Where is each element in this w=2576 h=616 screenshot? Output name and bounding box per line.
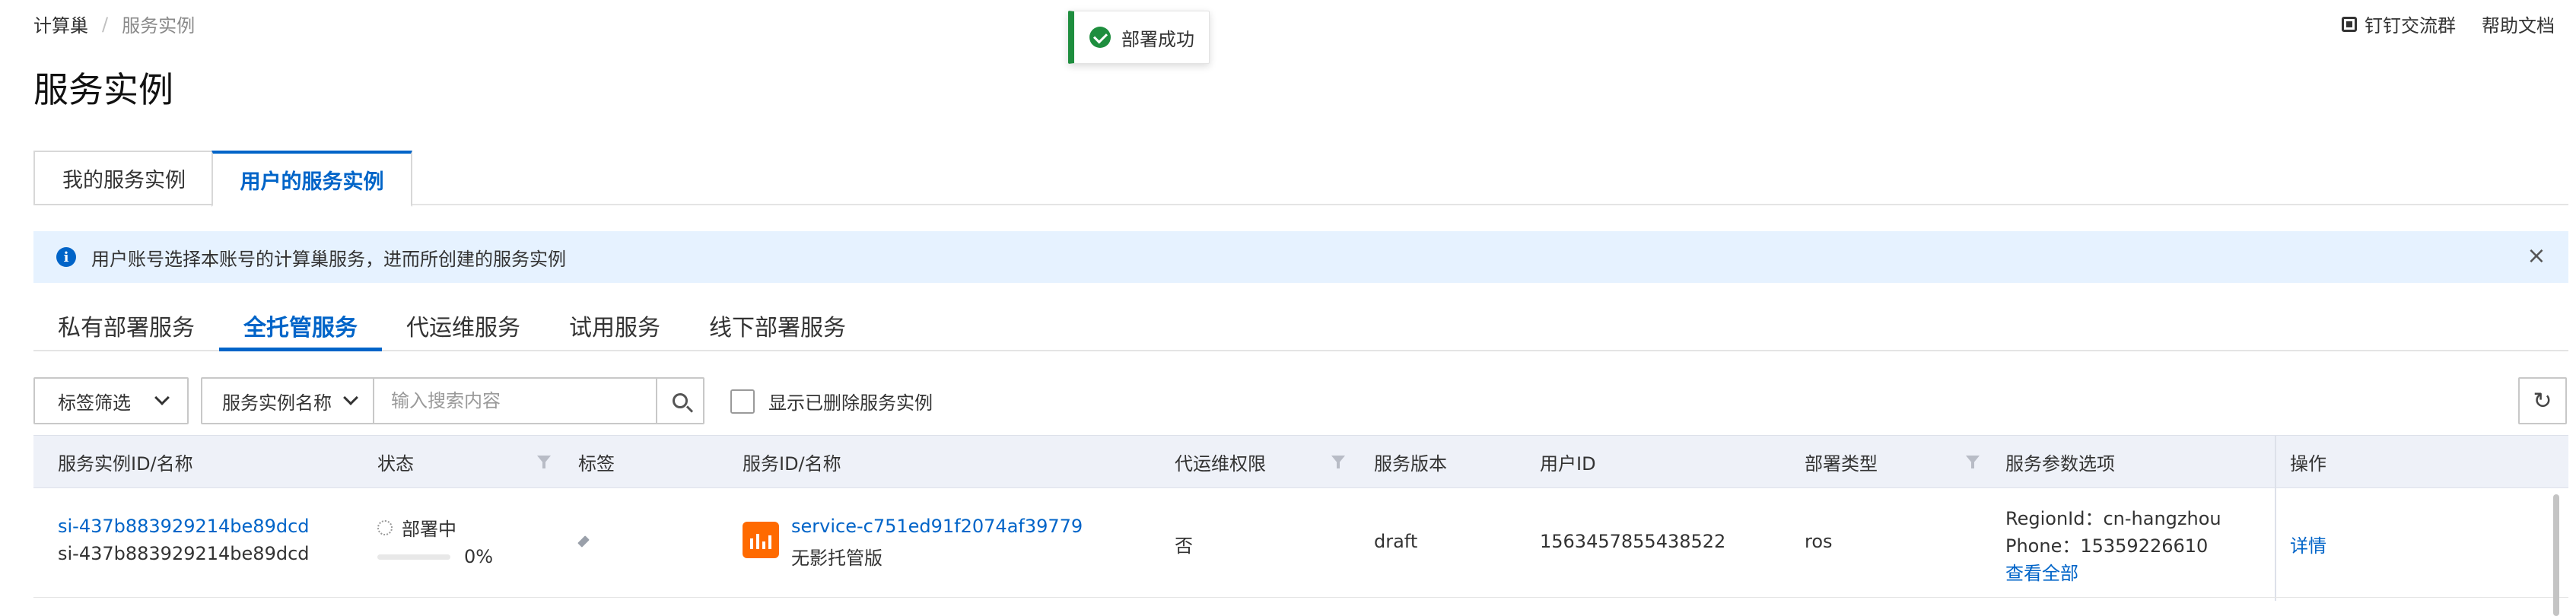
scrollbar-thumb[interactable] bbox=[2553, 494, 2559, 616]
info-banner: i 用户账号选择本账号的计算巢服务，进而所创建的服务实例 × bbox=[33, 231, 2568, 283]
help-docs-link[interactable]: 帮助文档 bbox=[2482, 11, 2555, 37]
details-link[interactable]: 详情 bbox=[2290, 531, 2326, 557]
col-header-instance: 服务实例ID/名称 bbox=[58, 452, 193, 475]
page-title: 服务实例 bbox=[33, 69, 173, 110]
search-icon bbox=[673, 393, 688, 408]
deploy-type-value: ros bbox=[1805, 531, 1833, 552]
banner-text: 用户账号选择本账号的计算巢服务，进而所创建的服务实例 bbox=[91, 248, 566, 270]
refresh-button[interactable]: ↻ bbox=[2518, 377, 2567, 424]
search-input[interactable] bbox=[374, 379, 656, 423]
chevron-down-icon bbox=[343, 390, 358, 405]
param-phone: Phone：15359226610 bbox=[2005, 535, 2209, 557]
col-header-params: 服务参数选项 bbox=[2005, 452, 2115, 475]
col-header-version: 服务版本 bbox=[1374, 452, 1447, 475]
tag-filter-label: 标签筛选 bbox=[58, 392, 131, 414]
progress-value: 0% bbox=[464, 546, 494, 567]
dingtalk-group-label: 钉钉交流群 bbox=[2365, 15, 2456, 37]
toast-message: 部署成功 bbox=[1121, 28, 1194, 50]
status-text: 部署中 bbox=[402, 519, 456, 540]
col-header-tags: 标签 bbox=[578, 452, 615, 475]
breadcrumb: 计算巢 / 服务实例 bbox=[33, 11, 195, 37]
show-deleted-label: 显示已删除服务实例 bbox=[768, 392, 933, 414]
tabs-divider bbox=[33, 204, 2568, 205]
sub-tab-private-deploy[interactable]: 私有部署服务 bbox=[33, 301, 219, 351]
user-id-value: 1563457855438522 bbox=[1540, 531, 1726, 552]
sub-tab-offline-deploy[interactable]: 线下部署服务 bbox=[685, 301, 870, 351]
service-name: 无影托管版 bbox=[791, 548, 883, 569]
service-id-link[interactable]: service-c751ed91f2074af39779 bbox=[791, 516, 1083, 537]
search-group: 服务实例名称 bbox=[201, 377, 704, 424]
tag-edit-button[interactable] bbox=[577, 535, 590, 548]
show-deleted-checkbox[interactable] bbox=[730, 389, 755, 414]
instance-name: si-437b883929214be89dcd bbox=[58, 543, 310, 564]
col-header-actions: 操作 bbox=[2290, 452, 2326, 475]
progress-cell: 0% bbox=[377, 546, 493, 567]
deploy-type-filter-icon[interactable] bbox=[1966, 456, 1980, 468]
sub-tab-fully-managed[interactable]: 全托管服务 bbox=[219, 301, 382, 351]
loading-spinner-icon bbox=[377, 519, 393, 535]
qrcode-icon bbox=[2342, 16, 2357, 32]
ops-permission-filter-icon[interactable] bbox=[1331, 456, 1345, 468]
pencil-icon bbox=[577, 535, 590, 548]
info-icon: i bbox=[56, 247, 76, 267]
col-header-status: 状态 bbox=[377, 452, 414, 475]
tab-user-service-instances[interactable]: 用户的服务实例 bbox=[211, 151, 412, 207]
sub-tabs: 私有部署服务 全托管服务 代运维服务 试用服务 线下部署服务 bbox=[33, 301, 870, 351]
col-header-user-id: 用户ID bbox=[1540, 452, 1596, 475]
progress-bar bbox=[377, 554, 450, 560]
vertical-scrollbar[interactable] bbox=[2550, 488, 2562, 616]
instance-id-link[interactable]: si-437b883929214be89dcd bbox=[58, 516, 310, 537]
show-deleted-toggle[interactable]: 显示已删除服务实例 bbox=[730, 388, 933, 414]
search-button[interactable] bbox=[656, 379, 703, 423]
param-region: RegionId：cn-hangzhou bbox=[2005, 508, 2221, 529]
breadcrumb-current: 服务实例 bbox=[122, 15, 196, 37]
status-cell: 部署中 bbox=[377, 514, 456, 541]
col-header-service: 服务ID/名称 bbox=[743, 452, 841, 475]
service-instances-page: 计算巢 / 服务实例 部署成功 钉钉交流群 帮助文档 服务实例 我的服务实例 用… bbox=[0, 0, 2576, 616]
view-all-params-link[interactable]: 查看全部 bbox=[2005, 558, 2078, 585]
tag-filter-dropdown[interactable]: 标签筛选 bbox=[33, 377, 189, 424]
chevron-down-icon bbox=[154, 390, 170, 405]
breadcrumb-root[interactable]: 计算巢 bbox=[33, 11, 88, 37]
col-header-deploy-type: 部署类型 bbox=[1805, 452, 1878, 475]
sub-tab-managed-ops[interactable]: 代运维服务 bbox=[382, 301, 545, 351]
close-icon[interactable]: × bbox=[2526, 245, 2547, 268]
top-links: 钉钉交流群 帮助文档 bbox=[2342, 11, 2555, 37]
table-header: 服务实例ID/名称 状态 标签 服务ID/名称 代运维权限 服务版本 用户ID … bbox=[33, 435, 2568, 488]
refresh-icon: ↻ bbox=[2533, 387, 2552, 414]
check-circle-icon bbox=[1089, 27, 1111, 48]
success-toast: 部署成功 bbox=[1068, 11, 1210, 64]
status-filter-icon[interactable] bbox=[537, 456, 551, 468]
ops-permission-value: 否 bbox=[1175, 535, 1193, 557]
sub-tab-trial[interactable]: 试用服务 bbox=[545, 301, 685, 351]
table-row: si-437b883929214be89dcd si-437b883929214… bbox=[33, 488, 2568, 598]
dingtalk-group-link[interactable]: 钉钉交流群 bbox=[2342, 11, 2456, 37]
tab-my-service-instances[interactable]: 我的服务实例 bbox=[33, 151, 213, 205]
service-logo-icon bbox=[743, 522, 779, 558]
search-field-label: 服务实例名称 bbox=[222, 392, 332, 414]
version-value: draft bbox=[1374, 531, 1418, 552]
service-logo bbox=[743, 522, 779, 558]
col-header-ops-permission: 代运维权限 bbox=[1175, 452, 1266, 475]
breadcrumb-separator: / bbox=[102, 13, 109, 35]
search-field-select[interactable]: 服务实例名称 bbox=[202, 379, 374, 423]
